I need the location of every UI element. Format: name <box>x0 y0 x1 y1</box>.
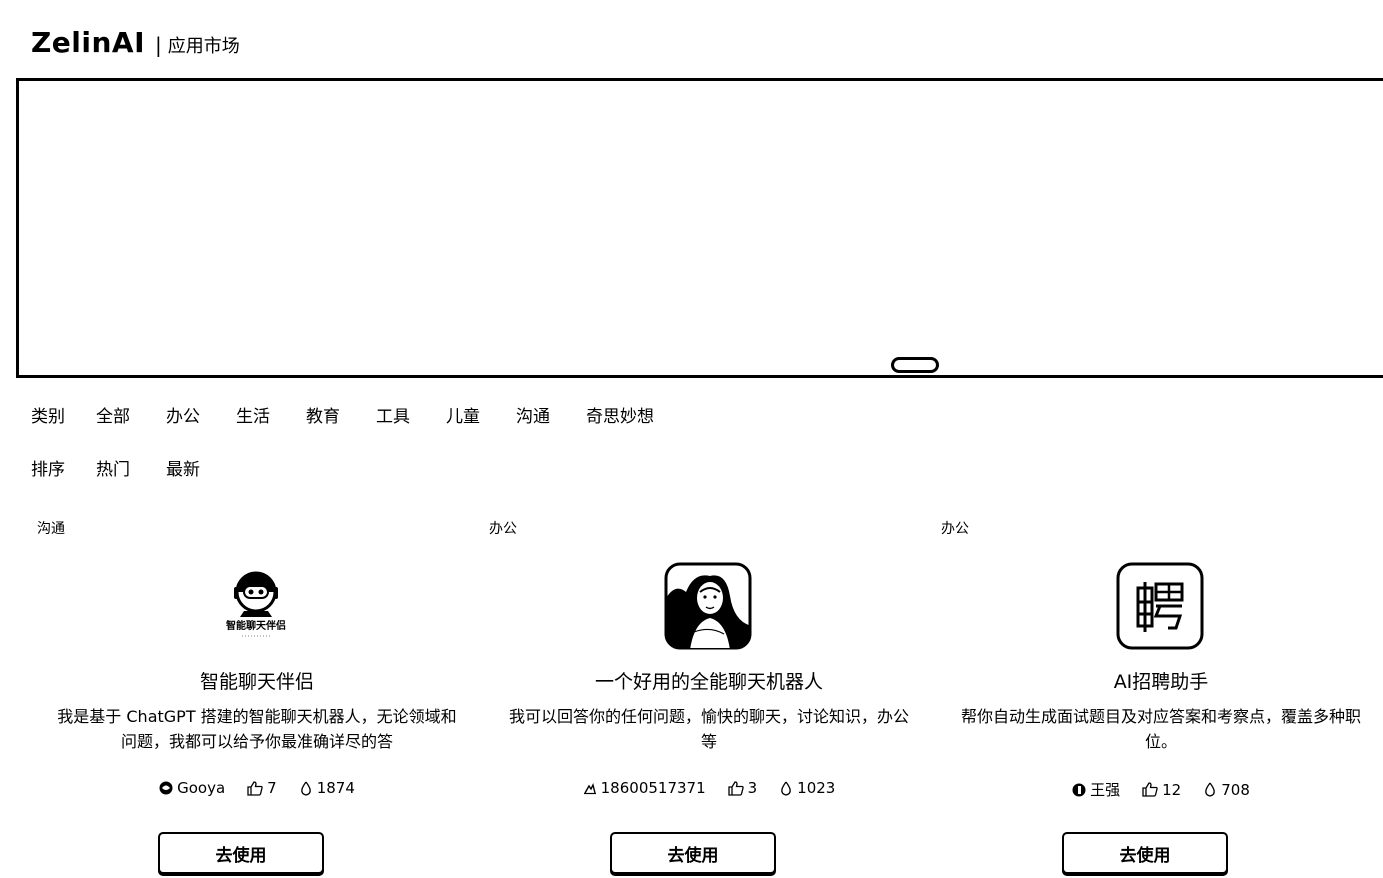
thumbs-up-icon <box>727 780 744 796</box>
view-count: 1023 <box>779 779 835 797</box>
card-description: 我可以回答你的任何问题，愉快的聊天，讨论知识，办公等 <box>508 707 909 751</box>
category-education[interactable]: 教育 <box>306 402 376 427</box>
flame-icon <box>781 781 791 796</box>
sort-filter: 排序 热门 最新 <box>31 455 236 480</box>
author-info: 王强 <box>1072 779 1120 800</box>
category-children[interactable]: 儿童 <box>446 402 516 427</box>
app-card[interactable]: 沟通 智能聊天伴侣 智能聊天伴侣 我是基于 ChatGPT 搭建的智能聊天机器人… <box>31 516 483 878</box>
app-card[interactable]: 办公 AI招聘助手 帮你自动生成面试题目及对应答案和考察点，覆盖多种职位。 王强 <box>935 516 1383 878</box>
likes-value: 7 <box>267 779 277 797</box>
views-value: 708 <box>1221 780 1250 799</box>
author-name: 18600517371 <box>600 779 706 797</box>
category-creative[interactable]: 奇思妙想 <box>586 402 686 427</box>
category-communication[interactable]: 沟通 <box>516 402 586 427</box>
view-count: 708 <box>1203 781 1250 799</box>
flame-icon <box>1205 782 1216 797</box>
likes-value: 12 <box>1162 780 1182 799</box>
author-info: 18600517371 <box>583 779 706 797</box>
views-value: 1874 <box>316 779 355 797</box>
author-name: 王强 <box>1090 781 1121 799</box>
card-meta: 王强 12 708 <box>935 779 1383 800</box>
thumbs-up-icon <box>1142 782 1158 797</box>
card-meta: Gooya 7 1874 <box>31 779 483 797</box>
author-name: Gooya <box>177 779 226 797</box>
sort-label: 排序 <box>31 460 65 480</box>
category-office[interactable]: 办公 <box>166 402 236 427</box>
like-count[interactable]: 3 <box>727 779 758 797</box>
banner-carousel[interactable] <box>16 78 1383 378</box>
card-tag: 办公 <box>489 521 517 537</box>
card-description: 我是基于 ChatGPT 搭建的智能聊天机器人，无论领域和问题，我都可以给予你最… <box>57 707 457 751</box>
card-title[interactable]: 智能聊天伴侣 <box>31 667 483 694</box>
recruit-logo-icon <box>1116 562 1204 650</box>
like-count[interactable]: 7 <box>247 779 277 797</box>
category-label: 类别 <box>31 407 65 427</box>
use-app-button[interactable]: 去使用 <box>1062 832 1228 874</box>
category-life[interactable]: 生活 <box>236 402 306 427</box>
page: ZelinAI | 应用市场 类别 全部 办公 生活 教育 工具 儿童 沟通 奇… <box>0 0 1383 878</box>
thumbs-up-icon <box>247 780 263 796</box>
flame-icon <box>300 781 311 796</box>
portrait-avatar-icon <box>664 562 752 650</box>
author-avatar-icon <box>1072 783 1086 796</box>
card-tag: 沟通 <box>37 521 65 537</box>
app-card[interactable]: 办公 一个好用的全能聊天机器人 我可以回答你的任何问题，愉快的聊天，讨论知识，办… <box>483 516 935 878</box>
author-avatar-icon <box>583 782 596 795</box>
use-app-button[interactable]: 去使用 <box>610 832 776 874</box>
robot-logo-icon: 智能聊天伴侣 <box>212 562 300 650</box>
carousel-indicator[interactable] <box>891 357 939 373</box>
card-meta: 18600517371 3 1023 <box>483 779 935 797</box>
brand-separator: | <box>155 33 162 57</box>
brand-logo[interactable]: ZelinAI <box>31 26 145 59</box>
page-subtitle: 应用市场 <box>167 36 240 57</box>
views-value: 1023 <box>797 779 836 797</box>
sort-popular[interactable]: 热门 <box>96 455 166 480</box>
view-count: 1874 <box>299 779 355 797</box>
sort-latest[interactable]: 最新 <box>166 455 236 480</box>
category-tools[interactable]: 工具 <box>376 402 446 427</box>
author-info: Gooya <box>159 779 225 797</box>
card-title[interactable]: AI招聘助手 <box>935 667 1383 694</box>
robot-logo-text: 智能聊天伴侣 <box>226 619 286 632</box>
likes-value: 3 <box>747 779 758 797</box>
like-count[interactable]: 12 <box>1142 781 1181 799</box>
category-filter: 类别 全部 办公 生活 教育 工具 儿童 沟通 奇思妙想 <box>31 402 686 427</box>
card-tag: 办公 <box>941 521 969 537</box>
card-description: 帮你自动生成面试题目及对应答案和考察点，覆盖多种职位。 <box>960 707 1361 751</box>
category-all[interactable]: 全部 <box>96 402 166 427</box>
card-title[interactable]: 一个好用的全能聊天机器人 <box>483 667 935 694</box>
use-app-button[interactable]: 去使用 <box>158 832 324 874</box>
author-avatar-icon <box>159 781 173 795</box>
header: ZelinAI | 应用市场 <box>31 26 240 59</box>
